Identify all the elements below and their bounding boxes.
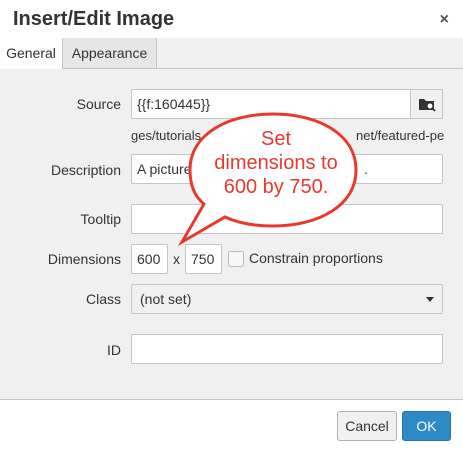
constrain-proportions-label[interactable]: Constrain proportions	[249, 250, 383, 266]
width-input[interactable]: 600	[131, 244, 168, 274]
class-label: Class	[85, 291, 121, 307]
browse-folder-icon	[419, 99, 436, 112]
class-select[interactable]: (not set)	[131, 284, 443, 314]
source-path-hint-right: net/featured-pe	[356, 128, 445, 143]
tab-bar: General Appearance	[0, 38, 463, 69]
dialog-footer: Cancel OK	[0, 399, 463, 451]
dialog-title: Insert/Edit Image	[13, 8, 175, 30]
cancel-button[interactable]: Cancel	[337, 411, 397, 441]
callout-line-1: Set	[260, 128, 292, 150]
tooltip-label: Tooltip	[80, 211, 121, 227]
caret-down-icon	[426, 297, 434, 302]
tab-appearance[interactable]: Appearance	[63, 38, 157, 68]
id-input[interactable]	[131, 334, 443, 364]
close-icon[interactable]: ×	[440, 12, 449, 28]
description-label: Description	[50, 162, 121, 178]
class-select-value: (not set)	[140, 291, 192, 307]
ok-button[interactable]: OK	[402, 411, 451, 441]
id-label: ID	[107, 342, 121, 358]
dialog-header: Insert/Edit Image ×	[0, 0, 463, 39]
tab-general[interactable]: General	[0, 38, 63, 69]
insert-edit-image-dialog: Insert/Edit Image × General Appearance S…	[0, 0, 463, 451]
callout-line-2: dimensions to	[214, 152, 338, 174]
dimensions-separator: x	[173, 251, 180, 267]
height-input[interactable]: 750	[185, 244, 222, 274]
callout-text: Set dimensions to 600 by 750.	[205, 127, 347, 199]
dimensions-label: Dimensions	[47, 251, 121, 267]
browse-button[interactable]	[410, 89, 443, 119]
constrain-proportions-checkbox[interactable]	[228, 251, 244, 267]
callout-line-3: 600 by 750.	[223, 176, 329, 198]
source-label: Source	[76, 96, 121, 112]
